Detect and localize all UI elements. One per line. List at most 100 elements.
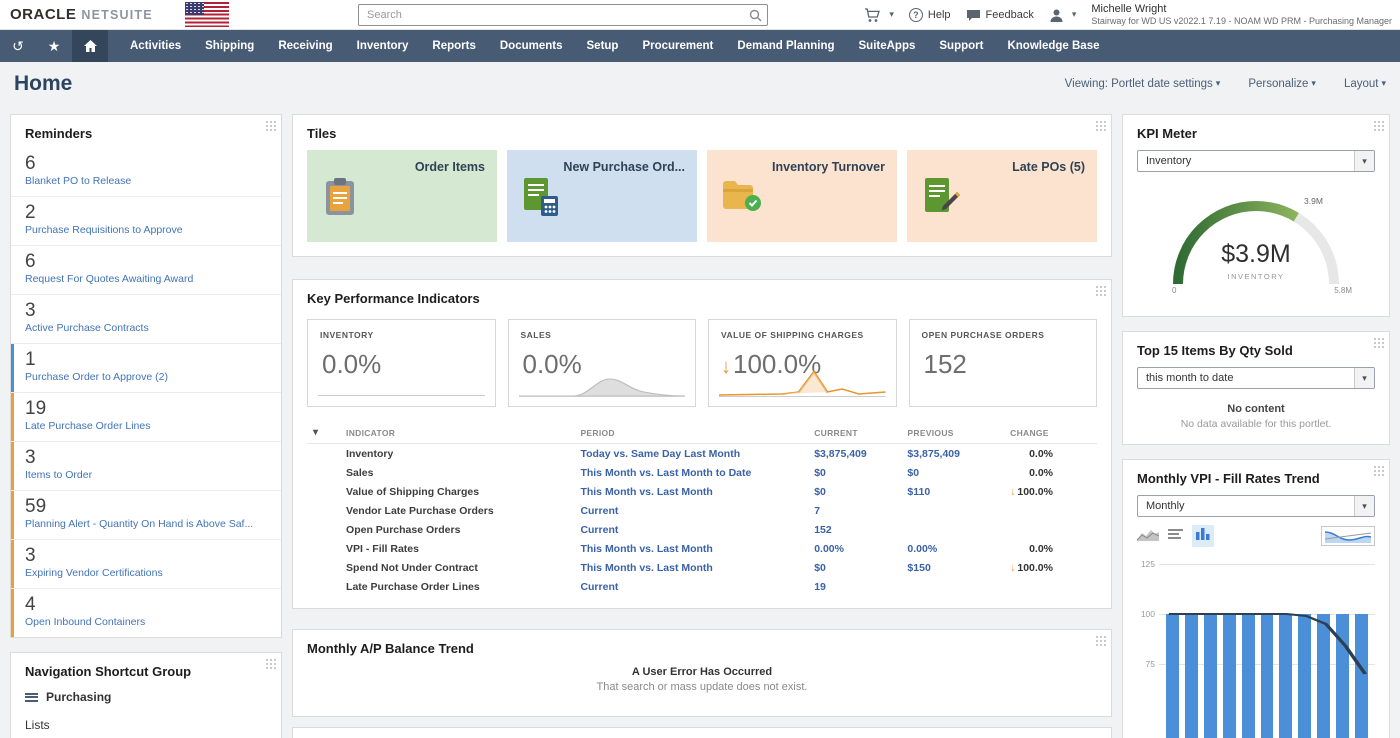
- portlet-title[interactable]: Tiles: [293, 115, 1111, 148]
- period-link[interactable]: Today vs. Same Day Last Month: [574, 444, 808, 464]
- portlet-title[interactable]: Monthly A/P Balance Trend: [293, 630, 1111, 663]
- bar-chart-toggle-icon[interactable]: [1192, 525, 1214, 547]
- period-link[interactable]: Current: [574, 520, 808, 539]
- nav-item[interactable]: Inventory: [345, 30, 421, 62]
- previous-value[interactable]: $0: [901, 463, 1004, 482]
- netsuite-logo[interactable]: ORACLE NETSUITE: [10, 6, 153, 23]
- chevron-down-icon[interactable]: [1354, 496, 1374, 516]
- reminder-label[interactable]: Purchase Order to Approve (2): [25, 370, 271, 384]
- personalize-menu[interactable]: Personalize: [1248, 78, 1316, 90]
- viewing-menu[interactable]: Viewing: Portlet date settings: [1065, 78, 1221, 90]
- nav-item[interactable]: Reports: [420, 30, 487, 62]
- shortcut-item-items[interactable]: Items: [11, 732, 281, 738]
- drag-handle-icon[interactable]: [1373, 120, 1384, 131]
- drag-handle-icon[interactable]: [1373, 465, 1384, 476]
- vpi-period-select[interactable]: Monthly: [1137, 495, 1375, 517]
- reminder-label[interactable]: Active Purchase Contracts: [25, 321, 271, 335]
- cart-button[interactable]: [864, 8, 894, 23]
- nav-item[interactable]: SuiteApps: [847, 30, 928, 62]
- layout-menu[interactable]: Layout: [1344, 78, 1386, 90]
- nav-item[interactable]: Receiving: [266, 30, 344, 62]
- nav-item[interactable]: Shipping: [193, 30, 266, 62]
- nav-item[interactable]: Setup: [575, 30, 631, 62]
- area-chart-toggle-icon[interactable]: [1137, 527, 1159, 546]
- reminder-label[interactable]: Purchase Requisitions to Approve: [25, 223, 271, 237]
- tile-inventory-turnover[interactable]: Inventory Turnover: [707, 150, 897, 242]
- drag-handle-icon[interactable]: [265, 120, 276, 131]
- reminder-label[interactable]: Open Inbound Containers: [25, 615, 271, 629]
- previous-value[interactable]: [901, 577, 1004, 596]
- list-view-toggle-icon[interactable]: [1168, 527, 1183, 545]
- reminder-item[interactable]: 3 Active Purchase Contracts: [11, 294, 281, 343]
- current-value[interactable]: $3,875,409: [808, 444, 901, 464]
- portlet-title[interactable]: Navigation Shortcut Group: [11, 653, 281, 686]
- chevron-down-icon[interactable]: [1354, 368, 1374, 388]
- reminder-item[interactable]: 19 Late Purchase Order Lines: [11, 392, 281, 441]
- period-link[interactable]: Current: [574, 501, 808, 520]
- previous-value[interactable]: $110: [901, 482, 1004, 501]
- reminder-label[interactable]: Expiring Vendor Certifications: [25, 566, 271, 580]
- nav-item[interactable]: Activities: [118, 30, 193, 62]
- drag-handle-icon[interactable]: [1095, 285, 1106, 296]
- help-button[interactable]: Help: [909, 8, 951, 22]
- previous-value[interactable]: $150: [901, 558, 1004, 577]
- current-value[interactable]: 152: [808, 520, 901, 539]
- period-link[interactable]: This Month vs. Last Month to Date: [574, 463, 808, 482]
- nav-item[interactable]: Knowledge Base: [995, 30, 1111, 62]
- feedback-button[interactable]: Feedback: [966, 9, 1034, 22]
- user-menu-button[interactable]: [1049, 8, 1077, 23]
- portlet-title[interactable]: Monthly VPI - Fill Rates Trend: [1123, 460, 1389, 493]
- tile-order-items[interactable]: Order Items: [307, 150, 497, 242]
- current-value[interactable]: $0: [808, 558, 901, 577]
- reminder-label[interactable]: Planning Alert - Quantity On Hand is Abo…: [25, 517, 271, 531]
- kpi-meter-select[interactable]: Inventory: [1137, 150, 1375, 172]
- reminder-item[interactable]: 3 Items to Order: [11, 441, 281, 490]
- reminder-item[interactable]: 59 Planning Alert - Quantity On Hand is …: [11, 490, 281, 539]
- reminder-item[interactable]: 6 Blanket PO to Release: [11, 148, 281, 196]
- kpi-card-sales[interactable]: SALES 0.0%: [508, 319, 697, 407]
- previous-value[interactable]: [901, 520, 1004, 539]
- kpi-card-open-purchase-orders[interactable]: OPEN PURCHASE ORDERS 152: [909, 319, 1098, 407]
- drag-handle-icon[interactable]: [1095, 635, 1106, 646]
- top-items-select[interactable]: this month to date: [1137, 367, 1375, 389]
- drag-handle-icon[interactable]: [1373, 337, 1384, 348]
- user-info[interactable]: Michelle Wright Stairway for WD US v2022…: [1091, 3, 1392, 27]
- search-icon[interactable]: [743, 9, 767, 22]
- chevron-down-icon[interactable]: [1354, 151, 1374, 171]
- drag-handle-icon[interactable]: [1095, 120, 1106, 131]
- kpi-card-inventory[interactable]: INVENTORY 0.0%: [307, 319, 496, 407]
- nav-item[interactable]: Support: [927, 30, 995, 62]
- reminder-item[interactable]: 1 Purchase Order to Approve (2): [11, 343, 281, 392]
- shortcuts-star-icon[interactable]: ★: [36, 30, 72, 62]
- period-link[interactable]: This Month vs. Last Month: [574, 482, 808, 501]
- portlet-title[interactable]: Top 15 Items By Qty Sold: [1123, 332, 1389, 365]
- period-link[interactable]: Current: [574, 577, 808, 596]
- previous-value[interactable]: [901, 501, 1004, 520]
- current-value[interactable]: 7: [808, 501, 901, 520]
- reminder-item[interactable]: 4 Open Inbound Containers: [11, 588, 281, 637]
- portlet-title[interactable]: Key Performance Indicators: [293, 280, 1111, 313]
- portlet-title[interactable]: Reminders: [11, 115, 281, 148]
- reminder-label[interactable]: Request For Quotes Awaiting Award: [25, 272, 271, 286]
- tile-new-purchase-order[interactable]: New Purchase Ord...: [507, 150, 697, 242]
- us-flag-icon[interactable]: [185, 2, 229, 27]
- search-input[interactable]: [359, 9, 743, 21]
- current-value[interactable]: $0: [808, 482, 901, 501]
- current-value[interactable]: 19: [808, 577, 901, 596]
- nav-item[interactable]: Demand Planning: [725, 30, 846, 62]
- reminder-label[interactable]: Late Purchase Order Lines: [25, 419, 271, 433]
- trendline-preview-icon[interactable]: [1321, 526, 1375, 546]
- previous-value[interactable]: $3,875,409: [901, 444, 1004, 464]
- kpi-card-shipping-charges[interactable]: VALUE OF SHIPPING CHARGES ↓100.0%: [708, 319, 897, 407]
- current-value[interactable]: $0: [808, 463, 901, 482]
- reminder-item[interactable]: 2 Purchase Requisitions to Approve: [11, 196, 281, 245]
- tile-late-pos[interactable]: Late POs (5): [907, 150, 1097, 242]
- portlet-title[interactable]: KPI Meter: [1123, 115, 1389, 148]
- reminder-item[interactable]: 3 Expiring Vendor Certifications: [11, 539, 281, 588]
- reminder-label[interactable]: Blanket PO to Release: [25, 174, 271, 188]
- drag-handle-icon[interactable]: [265, 658, 276, 669]
- period-link[interactable]: This Month vs. Last Month: [574, 558, 808, 577]
- nav-item[interactable]: Procurement: [630, 30, 725, 62]
- current-value[interactable]: 0.00%: [808, 539, 901, 558]
- reminder-label[interactable]: Items to Order: [25, 468, 271, 482]
